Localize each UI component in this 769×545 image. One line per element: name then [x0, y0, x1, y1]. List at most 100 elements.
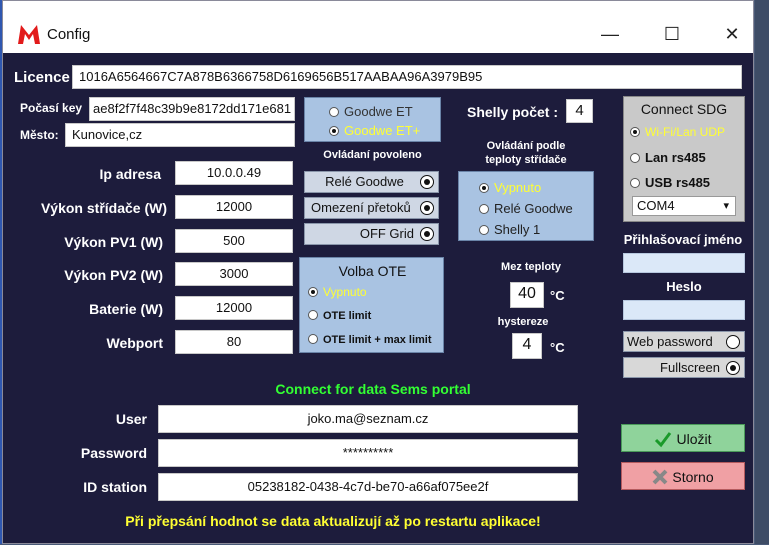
- inverter-type-panel: Goodwe ET Goodwe ET+: [304, 97, 441, 142]
- shelly-count-field[interactable]: 4: [566, 99, 593, 123]
- licence-field[interactable]: 1016A6564667C7A878B6366758D6169656B517AA…: [72, 65, 742, 89]
- shelly-control-title-1: Ovládání podle: [486, 140, 566, 152]
- com-port-value: COM4: [637, 198, 675, 213]
- ip-field[interactable]: 10.0.0.49: [175, 161, 293, 185]
- option-label: Vypnuto: [323, 285, 367, 299]
- radio-on-icon: [420, 175, 434, 189]
- control-enabled-title: Ovládaní povoleno: [323, 149, 422, 161]
- com-port-select[interactable]: COM4 ▾: [632, 196, 736, 216]
- radio-icon: [308, 310, 318, 320]
- sdg-option-wifi[interactable]: Wi-Fi/Lan UDP: [630, 125, 725, 139]
- cancel-label: Storno: [672, 469, 714, 485]
- username-field[interactable]: [623, 253, 745, 273]
- connect-sdg-panel: Connect SDG Wi-Fi/Lan UDP Lan rs485 USB …: [623, 96, 745, 222]
- rele-goodwe-toggle[interactable]: Relé Goodwe: [304, 171, 439, 193]
- sdg-option-lan[interactable]: Lan rs485: [630, 150, 706, 165]
- radio-selected-icon: [308, 287, 318, 297]
- pv2-label: Výkon PV2 (W): [64, 267, 163, 283]
- inverter-power-label: Výkon střídače (W): [40, 200, 167, 216]
- close-button[interactable]: ✕: [717, 23, 747, 45]
- weather-key-field[interactable]: ae8f2f7f48c39b9e8172dd171e681: [89, 97, 295, 121]
- radio-selected-icon: [630, 127, 640, 137]
- radio-icon: [308, 334, 318, 344]
- battery-field[interactable]: 12000: [175, 296, 293, 320]
- restart-note: Při přepsání hodnot se data aktualizují …: [125, 513, 541, 529]
- option-label: Vypnuto: [494, 180, 542, 195]
- radio-icon: [479, 204, 489, 214]
- shelly-option-rele[interactable]: Relé Goodwe: [479, 201, 573, 216]
- radio-on-icon: [420, 227, 434, 241]
- connect-sdg-title: Connect SDG: [640, 101, 728, 117]
- radio-icon: [479, 225, 489, 235]
- ote-option-off[interactable]: Vypnuto: [308, 285, 367, 299]
- config-form: Licence 1016A6564667C7A878B6366758D61696…: [3, 53, 753, 545]
- pv1-field[interactable]: 500: [175, 229, 293, 253]
- sems-user-label: User: [115, 411, 147, 427]
- checkmark-icon: [655, 432, 672, 448]
- option-label: Wi-Fi/Lan UDP: [645, 125, 726, 139]
- webport-field[interactable]: 80: [175, 330, 293, 354]
- sems-user-field[interactable]: joko.ma@seznam.cz: [158, 405, 578, 433]
- option-label: Goodwe ET+: [344, 123, 421, 138]
- overflow-limit-toggle[interactable]: Omezení přetoků: [304, 197, 439, 219]
- maximize-button[interactable]: ☐: [657, 23, 687, 45]
- config-window: Config — ☐ ✕ Licence 1016A6564667C7A878B…: [2, 0, 754, 544]
- app-logo-icon: [18, 25, 40, 44]
- toggle-label: Web password: [627, 334, 713, 349]
- hysteresis-unit: °C: [550, 340, 565, 355]
- pv2-field[interactable]: 3000: [175, 262, 293, 286]
- shelly-control-title-2: teploty střídače: [485, 154, 567, 166]
- fullscreen-toggle[interactable]: Fullscreen: [623, 357, 745, 378]
- off-grid-toggle[interactable]: OFF Grid: [304, 223, 439, 245]
- shelly-option-off[interactable]: Vypnuto: [479, 180, 541, 195]
- radio-icon: [630, 178, 640, 188]
- password-label: Heslo: [666, 279, 702, 294]
- save-button[interactable]: Uložit: [621, 424, 745, 452]
- weather-key-label: Počasí key: [20, 101, 83, 115]
- inverter-power-field[interactable]: 12000: [175, 195, 293, 219]
- sdg-option-usb[interactable]: USB rs485: [630, 175, 710, 190]
- option-label: OTE limit + max limit: [323, 334, 432, 346]
- toggle-label: Omezení přetoků: [311, 200, 411, 215]
- battery-label: Baterie (W): [89, 301, 163, 317]
- radio-on-icon: [420, 201, 434, 215]
- ote-title: Volba OTE: [338, 263, 407, 279]
- ote-option-limit[interactable]: OTE limit: [308, 310, 371, 322]
- city-field[interactable]: Kunovice,cz: [65, 123, 295, 147]
- radio-icon: [329, 107, 339, 117]
- radio-icon: [630, 153, 640, 163]
- option-label: USB rs485: [645, 175, 711, 190]
- temp-limit-label: Mez teploty: [501, 261, 561, 273]
- inverter-type-option-et-plus[interactable]: Goodwe ET+: [329, 123, 420, 138]
- option-label: Shelly 1: [494, 222, 541, 237]
- shelly-control-panel: Vypnuto Relé Goodwe Shelly 1: [458, 171, 594, 241]
- radio-off-icon: [726, 335, 740, 349]
- sems-password-field[interactable]: **********: [158, 439, 578, 467]
- username-label: Přihlašovací jméno: [623, 232, 743, 247]
- ote-option-limit-max[interactable]: OTE limit + max limit: [308, 334, 432, 346]
- cancel-button[interactable]: Storno: [621, 462, 745, 490]
- login-password-field[interactable]: [623, 300, 745, 320]
- temp-limit-field[interactable]: 40: [510, 282, 544, 308]
- sems-station-field[interactable]: 05238182-0438-4c7d-be70-a66af075ee2f: [158, 473, 578, 501]
- hysteresis-field[interactable]: 4: [512, 333, 542, 359]
- minimize-button[interactable]: —: [595, 23, 625, 45]
- option-label: OTE limit: [323, 310, 372, 322]
- background-right-edge: [755, 0, 769, 544]
- city-label: Město:: [20, 128, 59, 142]
- webport-label: Webport: [106, 335, 163, 351]
- toggle-label: OFF Grid: [359, 226, 414, 241]
- shelly-option-shelly1[interactable]: Shelly 1: [479, 222, 540, 237]
- window-title: Config: [47, 26, 91, 43]
- temp-unit: °C: [550, 288, 565, 303]
- web-password-toggle[interactable]: Web password: [623, 331, 745, 352]
- cancel-x-icon: [652, 469, 668, 485]
- toggle-label: Fullscreen: [660, 360, 720, 375]
- toggle-label: Relé Goodwe: [325, 174, 404, 189]
- title-bar: Config — ☐ ✕: [3, 1, 753, 53]
- option-label: Relé Goodwe: [494, 201, 573, 216]
- hysteresis-label: hystereze: [497, 316, 549, 328]
- option-label: Lan rs485: [645, 150, 706, 165]
- inverter-type-option-et[interactable]: Goodwe ET: [329, 104, 413, 119]
- save-label: Uložit: [676, 431, 712, 447]
